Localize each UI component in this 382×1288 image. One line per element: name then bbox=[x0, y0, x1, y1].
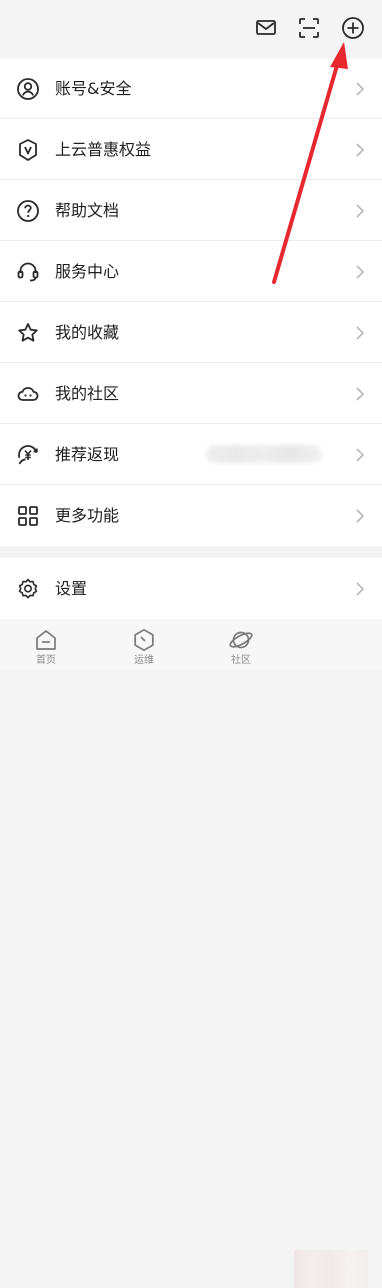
community-icon bbox=[16, 382, 40, 406]
help-icon bbox=[16, 199, 40, 223]
menu-item-cloud-benefits[interactable]: 上云普惠权益 bbox=[0, 119, 382, 180]
bottom-tab-bar: 首页 运维 社区 bbox=[0, 619, 382, 1288]
ops-icon bbox=[131, 627, 157, 653]
chevron-right-icon bbox=[356, 81, 364, 96]
chevron-right-icon bbox=[356, 581, 364, 596]
tab-home[interactable]: 首页 bbox=[16, 619, 76, 669]
chevron-right-icon bbox=[356, 264, 364, 279]
tab-community[interactable]: 社区 bbox=[211, 619, 271, 669]
menu-item-account-security[interactable]: 账号&安全 bbox=[0, 58, 382, 119]
menu-item-community[interactable]: 我的社区 bbox=[0, 363, 382, 424]
menu-item-label: 帮助文档 bbox=[55, 200, 120, 220]
grid-icon bbox=[16, 504, 40, 528]
shield-v-icon bbox=[16, 138, 40, 162]
planet-icon bbox=[228, 627, 254, 653]
menu-item-label: 推荐返现 bbox=[55, 444, 120, 464]
top-bar bbox=[0, 0, 382, 58]
menu-item-help-docs[interactable]: 帮助文档 bbox=[0, 180, 382, 241]
menu-item-label: 账号&安全 bbox=[55, 78, 132, 98]
chevron-right-icon bbox=[356, 508, 364, 523]
menu-item-label: 我的收藏 bbox=[55, 322, 120, 342]
tab-ops[interactable]: 运维 bbox=[114, 619, 174, 669]
tab-label: 社区 bbox=[231, 655, 251, 666]
mail-icon[interactable] bbox=[254, 16, 278, 40]
account-security-icon bbox=[16, 77, 40, 101]
menu-item-cashback[interactable]: 推荐返现 bbox=[0, 424, 382, 485]
menu-item-more-features[interactable]: 更多功能 bbox=[0, 485, 382, 546]
menu-item-label: 我的社区 bbox=[55, 383, 120, 403]
tab-label: 运维 bbox=[134, 655, 154, 666]
menu-item-label: 上云普惠权益 bbox=[55, 139, 152, 159]
chevron-right-icon bbox=[356, 447, 364, 462]
star-icon bbox=[16, 321, 40, 345]
menu-item-service-center[interactable]: 服务中心 bbox=[0, 241, 382, 302]
chevron-right-icon bbox=[356, 203, 364, 218]
menu-item-settings[interactable]: 设置 bbox=[0, 558, 382, 619]
add-circle-icon[interactable] bbox=[341, 16, 365, 40]
headset-icon bbox=[16, 260, 40, 284]
menu-item-label: 设置 bbox=[55, 578, 88, 598]
settings-group: 设置 bbox=[0, 558, 382, 619]
blurred-tab-area bbox=[294, 1250, 368, 1288]
chevron-right-icon bbox=[356, 325, 364, 340]
gear-icon bbox=[16, 577, 40, 601]
menu-item-favorites[interactable]: 我的收藏 bbox=[0, 302, 382, 363]
home-icon bbox=[33, 627, 59, 653]
tab-label: 首页 bbox=[36, 655, 56, 666]
menu-item-label: 服务中心 bbox=[55, 261, 120, 281]
chevron-right-icon bbox=[356, 386, 364, 401]
main-menu: 账号&安全 上云普惠权益 帮助文档 服务中心 我的收藏 我的社区 推荐返现 更多… bbox=[0, 58, 382, 546]
cashback-icon bbox=[16, 443, 40, 467]
scan-icon[interactable] bbox=[297, 16, 321, 40]
menu-item-label: 更多功能 bbox=[55, 505, 120, 525]
chevron-right-icon bbox=[356, 142, 364, 157]
blurred-content bbox=[206, 445, 322, 463]
